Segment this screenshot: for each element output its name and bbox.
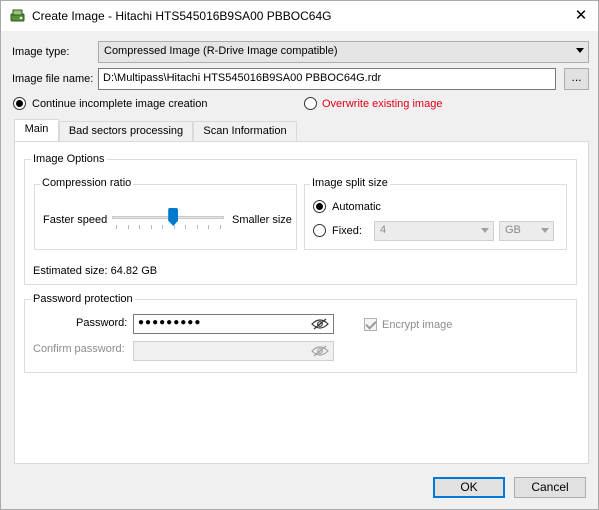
image-options-title: Image Options <box>31 153 107 165</box>
continue-radio[interactable] <box>13 97 26 110</box>
window-title: Create Image - Hitachi HTS545016B9SA00 P… <box>32 9 332 23</box>
image-type-value: Compressed Image (R-Drive Image compatib… <box>104 45 338 57</box>
slider-tick <box>196 225 198 229</box>
chevron-down-icon <box>576 48 584 53</box>
ok-label: OK <box>460 480 478 494</box>
image-file-value: D:\Multipass\Hitachi HTS545016B9SA00 PBB… <box>103 72 382 84</box>
split-size-combo[interactable]: 4 <box>374 221 494 241</box>
tab-main[interactable]: Main <box>14 119 59 141</box>
tab-bad-sectors[interactable]: Bad sectors processing <box>59 121 193 141</box>
ok-button[interactable]: OK <box>433 477 505 498</box>
cancel-button[interactable]: Cancel <box>514 477 586 498</box>
chevron-down-icon <box>541 228 549 233</box>
browse-label: ... <box>571 70 582 84</box>
chevron-down-icon <box>481 228 489 233</box>
slider-tick <box>127 225 129 229</box>
encrypt-image-checkbox[interactable] <box>364 318 377 331</box>
continue-label: Continue incomplete image creation <box>32 98 208 110</box>
tab-scan-information[interactable]: Scan Information <box>193 121 297 141</box>
slider-tick <box>162 225 164 229</box>
split-size-value: 4 <box>380 224 387 236</box>
image-type-label: Image type: <box>12 46 70 58</box>
estimated-size: Estimated size: 64.82 GB <box>33 265 158 277</box>
split-size-title: Image split size <box>310 177 390 189</box>
app-disk-icon <box>10 8 26 24</box>
split-unit-value: GB <box>505 224 521 236</box>
create-image-dialog: Create Image - Hitachi HTS545016B9SA00 P… <box>0 0 599 510</box>
compression-faster-label: Faster speed <box>43 214 108 226</box>
tab-panel-main: Image Options Compression ratio Faster s… <box>14 141 589 464</box>
compression-smaller-label: Smaller size <box>232 214 292 226</box>
slider-tick <box>150 225 152 229</box>
password-group <box>24 299 577 373</box>
overwrite-label: Overwrite existing image <box>322 98 443 110</box>
split-automatic-radio[interactable] <box>313 200 326 213</box>
title-bar: Create Image - Hitachi HTS545016B9SA00 P… <box>1 1 598 31</box>
slider-tick <box>173 225 175 229</box>
confirm-password-input[interactable] <box>133 341 334 361</box>
split-fixed-radio[interactable] <box>313 224 326 237</box>
slider-tick <box>220 225 221 229</box>
close-button[interactable]: ✕ <box>568 5 594 27</box>
encrypt-image-label: Encrypt image <box>382 319 453 331</box>
slider-tick <box>185 225 187 229</box>
image-type-select[interactable]: Compressed Image (R-Drive Image compatib… <box>98 41 589 63</box>
split-unit-combo[interactable]: GB <box>499 221 554 241</box>
slider-tick <box>116 225 117 229</box>
compression-slider[interactable] <box>110 206 226 230</box>
eye-icon[interactable] <box>311 345 329 357</box>
password-value: ●●●●●●●●● <box>138 317 202 328</box>
cancel-label: Cancel <box>531 480 569 494</box>
password-title: Password protection <box>31 293 135 305</box>
browse-button[interactable]: ... <box>564 68 589 90</box>
split-fixed-label: Fixed: <box>332 225 362 237</box>
password-input[interactable]: ●●●●●●●●● <box>133 314 334 334</box>
slider-thumb[interactable] <box>168 208 179 226</box>
password-label: Password: <box>76 317 128 329</box>
confirm-password-label: Confirm password: <box>33 343 125 355</box>
close-icon: ✕ <box>574 7 588 24</box>
overwrite-radio[interactable] <box>304 97 317 110</box>
slider-tick <box>139 225 141 229</box>
tab-bad-sectors-label: Bad sectors processing <box>68 125 184 137</box>
split-automatic-label: Automatic <box>332 201 381 213</box>
compression-title: Compression ratio <box>40 177 134 189</box>
tab-main-label: Main <box>24 123 49 135</box>
eye-icon[interactable] <box>311 318 329 330</box>
tab-scan-information-label: Scan Information <box>203 125 287 137</box>
slider-track <box>112 216 224 219</box>
slider-tick <box>208 225 210 229</box>
image-file-label: Image file name: <box>12 73 94 85</box>
image-file-input[interactable]: D:\Multipass\Hitachi HTS545016B9SA00 PBB… <box>98 68 556 90</box>
